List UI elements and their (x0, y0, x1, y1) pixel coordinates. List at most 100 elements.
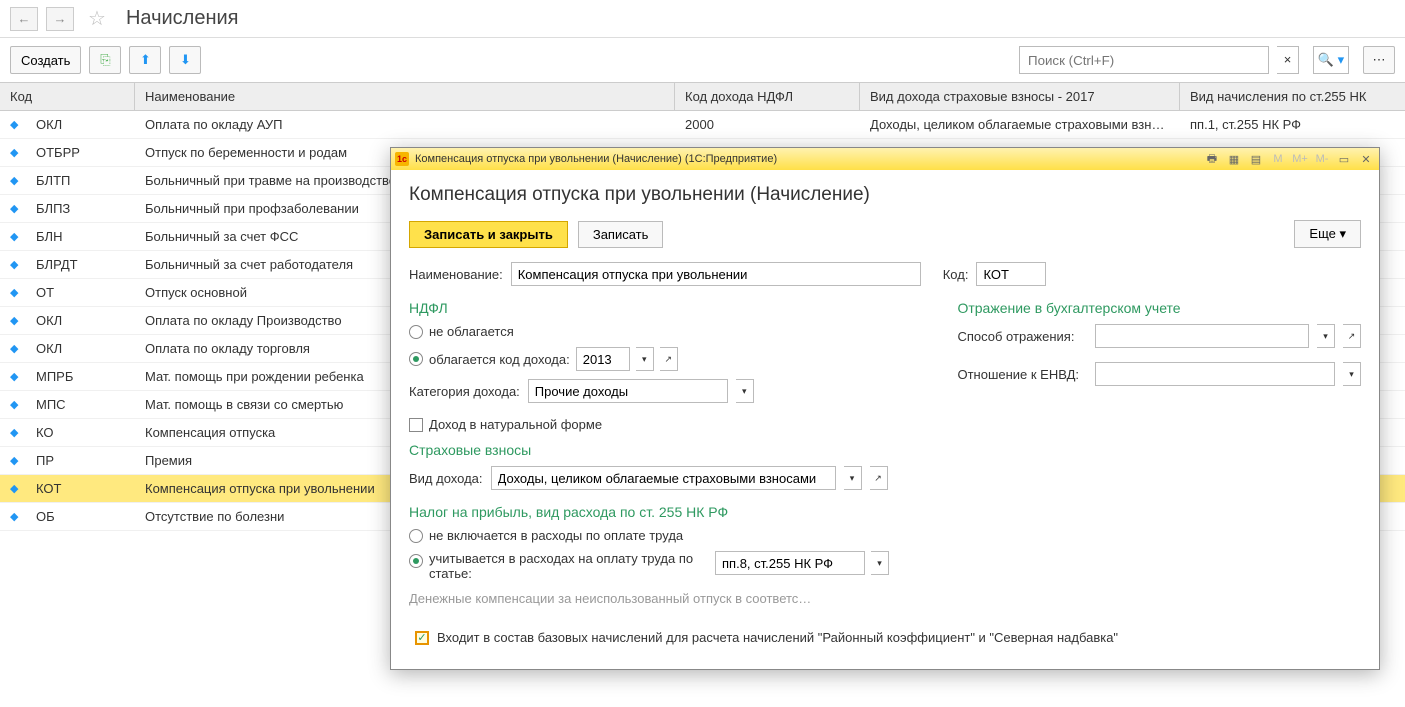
income-type-input[interactable] (491, 466, 836, 490)
row-icon: ◆ (0, 118, 26, 131)
dialog-title: Компенсация отпуска при увольнении (Начи… (415, 153, 777, 165)
minimize-icon[interactable]: ▭ (1335, 151, 1353, 167)
ndfl-notax-label: не облагается (429, 324, 514, 339)
envd-dd-icon[interactable]: ▾ (1343, 362, 1361, 386)
method-open-icon[interactable]: ↗ (1343, 324, 1361, 348)
search-dropdown-button[interactable]: 🔍 ▾ (1313, 46, 1349, 74)
method-input[interactable] (1095, 324, 1309, 348)
row-icon: ◆ (0, 454, 26, 467)
article-input[interactable] (715, 551, 865, 575)
row-code: КОТ (26, 481, 135, 496)
row-code: ОКЛ (26, 341, 135, 356)
profit-excl-label: не включается в расходы по оплате труда (429, 528, 683, 543)
up-button[interactable]: ⬆ (129, 46, 161, 74)
income-code-input[interactable] (576, 347, 630, 371)
natural-checkbox[interactable] (409, 418, 423, 432)
profit-section-title: Налог на прибыль, вид расхода по ст. 255… (409, 504, 907, 520)
income-type-open-icon[interactable]: ↗ (870, 466, 888, 490)
extra-button[interactable]: ⋯ (1363, 46, 1395, 74)
base-label: Входит в состав базовых начислений для р… (437, 630, 1118, 645)
search-input[interactable] (1019, 46, 1269, 74)
save-close-button[interactable]: Записать и закрыть (409, 221, 568, 248)
down-button[interactable]: ⬇ (169, 46, 201, 74)
print-icon[interactable]: 🖶 (1203, 151, 1221, 167)
method-dd-icon[interactable]: ▾ (1317, 324, 1335, 348)
method-label: Способ отражения: (957, 329, 1087, 344)
row-code: БЛТП (26, 173, 135, 188)
row-icon: ◆ (0, 398, 26, 411)
m-minus-icon: M- (1313, 151, 1331, 167)
income-type-label: Вид дохода: (409, 471, 483, 486)
more-button[interactable]: Еще ▾ (1294, 220, 1361, 248)
row-icon: ◆ (0, 258, 26, 271)
row-code: ОКЛ (26, 117, 135, 132)
category-input[interactable] (528, 379, 728, 403)
row-code: БЛРДТ (26, 257, 135, 272)
col-name[interactable]: Наименование (135, 83, 675, 110)
row-code: ОТБРР (26, 145, 135, 160)
calendar-icon[interactable]: ▤ (1247, 151, 1265, 167)
ndfl-tax-radio[interactable] (409, 352, 423, 366)
col-art255[interactable]: Вид начисления по ст.255 НК (1180, 83, 1405, 110)
row-code: МПС (26, 397, 135, 412)
row-icon: ◆ (0, 202, 26, 215)
name-input[interactable] (511, 262, 921, 286)
grid-header: Код Наименование Код дохода НДФЛ Вид дох… (0, 82, 1405, 111)
ndfl-tax-label: облагается код дохода: (429, 352, 570, 367)
ndfl-section-title: НДФЛ (409, 300, 907, 316)
row-icon: ◆ (0, 342, 26, 355)
row-code: БЛН (26, 229, 135, 244)
m-plus-icon: M+ (1291, 151, 1309, 167)
category-dd-icon[interactable]: ▾ (736, 379, 754, 403)
row-name: Оплата по окладу АУП (135, 117, 675, 132)
row-code: МПРБ (26, 369, 135, 384)
code-input[interactable] (976, 262, 1046, 286)
dialog: 1c Компенсация отпуска при увольнении (Н… (390, 147, 1380, 670)
profit-excl-radio[interactable] (409, 529, 423, 543)
close-icon[interactable]: ✕ (1357, 151, 1375, 167)
row-insurance: Доходы, целиком облагаемые страховыми вз… (860, 117, 1180, 132)
row-code: ОТ (26, 285, 135, 300)
profit-incl-radio[interactable] (409, 554, 423, 568)
row-ndfl: 2000 (675, 117, 860, 132)
save-button[interactable]: Записать (578, 221, 664, 248)
col-code[interactable]: Код (0, 83, 135, 110)
row-code: ОКЛ (26, 313, 135, 328)
header-bar: ← → ☆ Начисления (0, 0, 1405, 38)
calc-icon[interactable]: ▦ (1225, 151, 1243, 167)
create-button[interactable]: Создать (10, 46, 81, 74)
col-insurance[interactable]: Вид дохода страховые взносы - 2017 (860, 83, 1180, 110)
dialog-titlebar[interactable]: 1c Компенсация отпуска при увольнении (Н… (391, 148, 1379, 170)
income-code-dd-icon[interactable]: ▾ (636, 347, 654, 371)
article-dd-icon[interactable]: ▾ (871, 551, 889, 575)
envd-input[interactable] (1095, 362, 1335, 386)
accounting-section-title: Отражение в бухгалтерском учете (957, 300, 1361, 316)
income-type-dd-icon[interactable]: ▾ (844, 466, 862, 490)
code-label: Код: (943, 267, 969, 282)
col-ndfl[interactable]: Код дохода НДФЛ (675, 83, 860, 110)
app-logo-icon: 1c (395, 152, 409, 166)
table-row[interactable]: ◆ ОКЛ Оплата по окладу АУП 2000 Доходы, … (0, 111, 1405, 139)
row-code: БЛПЗ (26, 201, 135, 216)
row-icon: ◆ (0, 370, 26, 383)
favorite-icon[interactable]: ☆ (88, 6, 106, 31)
search-clear-button[interactable]: × (1277, 46, 1299, 74)
copy-button[interactable]: ⎘ (89, 46, 121, 74)
row-icon: ◆ (0, 314, 26, 327)
profit-incl-label: учитывается в расходах на оплату труда п… (429, 551, 709, 581)
row-art255: пп.1, ст.255 НК РФ (1180, 117, 1405, 132)
row-code: КО (26, 425, 135, 440)
category-label: Категория дохода: (409, 384, 520, 399)
ndfl-notax-radio[interactable] (409, 325, 423, 339)
row-icon: ◆ (0, 510, 26, 523)
forward-button[interactable]: → (46, 7, 74, 31)
toolbar: Создать ⎘ ⬆ ⬇ × 🔍 ▾ ⋯ (0, 38, 1405, 82)
row-code: ОБ (26, 509, 135, 524)
row-icon: ◆ (0, 482, 26, 495)
base-checkbox[interactable]: ✓ (415, 631, 429, 645)
income-code-open-icon[interactable]: ↗ (660, 347, 678, 371)
natural-label: Доход в натуральной форме (429, 417, 602, 432)
row-icon: ◆ (0, 286, 26, 299)
back-button[interactable]: ← (10, 7, 38, 31)
row-icon: ◆ (0, 146, 26, 159)
